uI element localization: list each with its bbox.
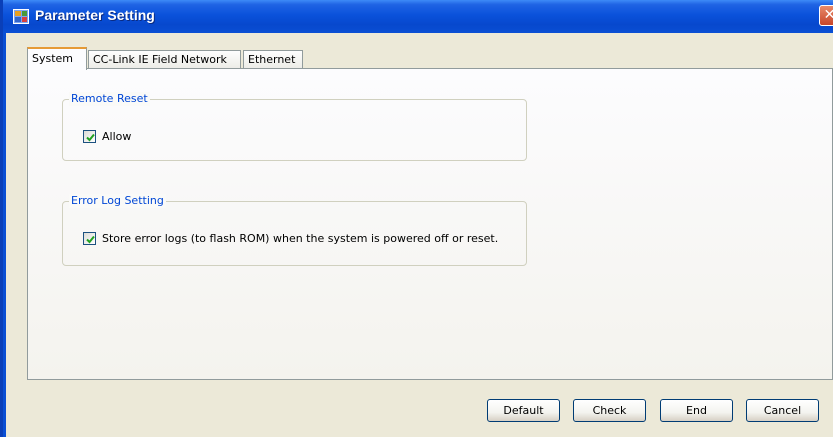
store-error-logs-checkbox[interactable] bbox=[83, 231, 96, 245]
remote-reset-group: Remote Reset Allow bbox=[62, 92, 527, 161]
default-button[interactable]: Default bbox=[487, 399, 560, 422]
store-error-logs-checkbox-row[interactable]: Store error logs (to flash ROM) when the… bbox=[83, 230, 498, 246]
parameter-setting-window: Parameter Setting ✕ System CC-Link IE Fi… bbox=[0, 0, 833, 437]
dialog-body: System CC-Link IE Field Network Ethernet… bbox=[6, 33, 833, 437]
allow-checkbox-row[interactable]: Allow bbox=[83, 128, 131, 144]
allow-checkbox-label: Allow bbox=[102, 129, 132, 143]
check-button[interactable]: Check bbox=[573, 399, 646, 422]
store-error-logs-checkbox-label: Store error logs (to flash ROM) when the… bbox=[102, 231, 499, 245]
tab-cc-link-ie-field-network[interactable]: CC-Link IE Field Network bbox=[88, 50, 241, 69]
end-button[interactable]: End bbox=[660, 399, 733, 422]
cancel-button[interactable]: Cancel bbox=[746, 399, 819, 422]
parameter-setting-icon bbox=[13, 9, 29, 24]
close-button[interactable]: ✕ bbox=[819, 5, 833, 26]
checkmark-icon bbox=[86, 133, 95, 141]
tab-panel-system: Remote Reset Allow Error Log Setting Sto… bbox=[27, 68, 833, 380]
error-log-setting-group: Error Log Setting Store error logs (to f… bbox=[62, 194, 527, 266]
checkmark-icon bbox=[86, 235, 95, 243]
allow-checkbox[interactable] bbox=[83, 129, 96, 143]
tab-system[interactable]: System bbox=[27, 47, 87, 70]
error-log-setting-group-title: Error Log Setting bbox=[69, 194, 166, 208]
remote-reset-group-title: Remote Reset bbox=[69, 92, 150, 106]
window-title: Parameter Setting bbox=[35, 7, 155, 23]
tab-ethernet[interactable]: Ethernet bbox=[243, 50, 303, 69]
title-bar[interactable]: Parameter Setting ✕ bbox=[3, 0, 833, 33]
close-icon: ✕ bbox=[823, 7, 833, 23]
